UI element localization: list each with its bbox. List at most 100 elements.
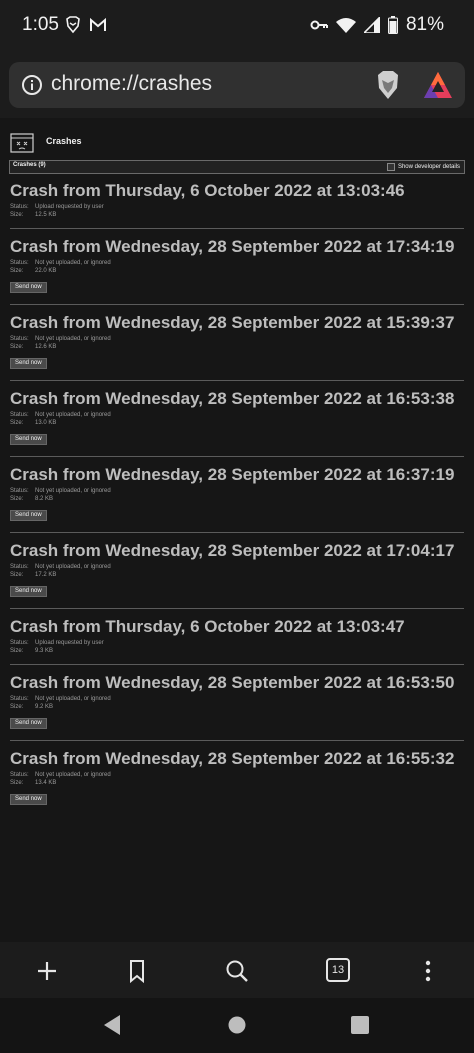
crash-entry: Crash from Wednesday, 28 September 2022 … <box>10 539 464 597</box>
wifi-icon <box>335 18 356 33</box>
crash-size: 17.2 KB <box>35 572 57 578</box>
status-label: Status: <box>10 564 29 570</box>
send-now-button[interactable]: Send now <box>10 358 47 369</box>
crash-size: 9.2 KB <box>35 704 54 710</box>
developer-details-toggle[interactable]: Show developer details <box>386 163 460 171</box>
recents-icon[interactable] <box>351 1016 369 1034</box>
size-label: Size: <box>10 648 24 654</box>
status-label: Status: <box>10 204 29 210</box>
crash-separator <box>10 228 464 229</box>
crash-title: Crash from Wednesday, 28 September 2022 … <box>10 673 455 692</box>
send-now-button[interactable]: Send now <box>10 586 47 597</box>
system-nav-bar <box>0 998 474 1053</box>
vpn-key-icon <box>310 20 328 30</box>
crash-status-row: Status: Not yet uploaded, or ignored <box>10 487 464 495</box>
developer-details-label: Show developer details <box>397 164 460 170</box>
crash-entry: Crash from Wednesday, 28 September 2022 … <box>10 671 464 729</box>
crash-status-row: Status: Not yet uploaded, or ignored <box>10 771 464 779</box>
crash-size: 9.3 KB <box>35 648 54 654</box>
status-label: Status: <box>10 772 29 778</box>
status-icons: 81% <box>310 14 444 36</box>
crash-status: Not yet uploaded, or ignored <box>35 488 111 494</box>
crash-entry: Crash from Thursday, 6 October 2022 at 1… <box>10 179 464 219</box>
size-label: Size: <box>10 268 24 274</box>
crash-status-row: Status: Not yet uploaded, or ignored <box>10 259 464 267</box>
back-icon[interactable] <box>102 1014 122 1036</box>
crash-size-row: Size: 9.2 KB <box>10 703 464 711</box>
crash-status-row: Status: Upload requested by user <box>10 639 464 647</box>
send-now-button[interactable]: Send now <box>10 434 47 445</box>
crash-status-row: Status: Upload requested by user <box>10 203 464 211</box>
crash-count: Crashes (9) <box>13 162 46 168</box>
crash-status: Upload requested by user <box>35 640 104 646</box>
size-label: Size: <box>10 704 24 710</box>
crash-size-row: Size: 12.6 KB <box>10 343 464 351</box>
page-title: Crashes <box>46 136 82 146</box>
crash-status-row: Status: Not yet uploaded, or ignored <box>10 335 464 343</box>
crash-summary-bar: Crashes (9) Show developer details <box>9 160 465 174</box>
size-label: Size: <box>10 212 24 218</box>
size-label: Size: <box>10 572 24 578</box>
crash-title: Crash from Wednesday, 28 September 2022 … <box>10 749 455 768</box>
crash-title: Crash from Wednesday, 28 September 2022 … <box>10 313 455 332</box>
search-icon[interactable] <box>224 958 250 984</box>
url-text[interactable]: chrome://crashes <box>51 72 212 96</box>
crash-separator <box>10 608 464 609</box>
crash-separator <box>10 664 464 665</box>
bat-rewards-icon[interactable] <box>423 71 453 99</box>
crash-size: 13.0 KB <box>35 420 57 426</box>
send-now-button[interactable]: Send now <box>10 718 47 729</box>
crash-title: Crash from Wednesday, 28 September 2022 … <box>10 465 455 484</box>
home-icon[interactable] <box>228 1016 246 1034</box>
crash-size: 8.2 KB <box>35 496 54 502</box>
status-label: Status: <box>10 260 29 266</box>
crash-entry: Crash from Wednesday, 28 September 2022 … <box>10 235 464 293</box>
browser-toolbar: chrome://crashes <box>0 52 474 118</box>
new-tab-icon[interactable] <box>34 958 60 984</box>
crash-title: Crash from Thursday, 6 October 2022 at 1… <box>10 181 405 200</box>
crash-status-row: Status: Not yet uploaded, or ignored <box>10 563 464 571</box>
omnibox[interactable]: chrome://crashes <box>9 62 465 108</box>
status-label: Status: <box>10 696 29 702</box>
brave-shield-icon[interactable] <box>373 69 403 101</box>
crash-size: 13.4 KB <box>35 780 57 786</box>
crash-size-row: Size: 22.0 KB <box>10 267 464 275</box>
developer-details-checkbox[interactable] <box>386 163 395 171</box>
crash-size: 12.5 KB <box>35 212 57 218</box>
signal-icon <box>363 17 380 33</box>
info-icon[interactable] <box>21 74 43 96</box>
crash-entry: Crash from Wednesday, 28 September 2022 … <box>10 387 464 445</box>
crash-separator <box>10 532 464 533</box>
crash-status: Not yet uploaded, or ignored <box>35 696 111 702</box>
crash-status-row: Status: Not yet uploaded, or ignored <box>10 411 464 419</box>
crash-status: Not yet uploaded, or ignored <box>35 772 111 778</box>
send-now-button[interactable]: Send now <box>10 510 47 521</box>
crash-title: Crash from Wednesday, 28 September 2022 … <box>10 541 455 560</box>
crash-entry: Crash from Wednesday, 28 September 2022 … <box>10 747 464 805</box>
crash-separator <box>10 456 464 457</box>
crash-status: Upload requested by user <box>35 204 104 210</box>
send-now-button[interactable]: Send now <box>10 282 47 293</box>
status-label: Status: <box>10 412 29 418</box>
crash-status: Not yet uploaded, or ignored <box>35 336 111 342</box>
bookmark-icon[interactable] <box>124 958 150 984</box>
crash-size-row: Size: 13.0 KB <box>10 419 464 427</box>
size-label: Size: <box>10 344 24 350</box>
brave-icon <box>66 16 80 34</box>
crash-size: 22.0 KB <box>35 268 57 274</box>
crash-size: 12.6 KB <box>35 344 57 350</box>
crash-status: Not yet uploaded, or ignored <box>35 260 111 266</box>
crash-size-row: Size: 13.4 KB <box>10 779 464 787</box>
crash-status: Not yet uploaded, or ignored <box>35 412 111 418</box>
battery-icon <box>387 16 398 34</box>
crash-status: Not yet uploaded, or ignored <box>35 564 111 570</box>
crash-title: Crash from Wednesday, 28 September 2022 … <box>10 237 455 256</box>
status-time: 1:05 <box>22 14 59 35</box>
send-now-button[interactable]: Send now <box>10 794 47 805</box>
size-label: Size: <box>10 780 24 786</box>
battery-level: 81% <box>405 14 444 35</box>
crash-entry: Crash from Wednesday, 28 September 2022 … <box>10 311 464 369</box>
tab-switcher-icon[interactable]: 13 <box>326 958 350 982</box>
crash-entry: Crash from Wednesday, 28 September 2022 … <box>10 463 464 521</box>
more-icon[interactable] <box>415 958 441 984</box>
